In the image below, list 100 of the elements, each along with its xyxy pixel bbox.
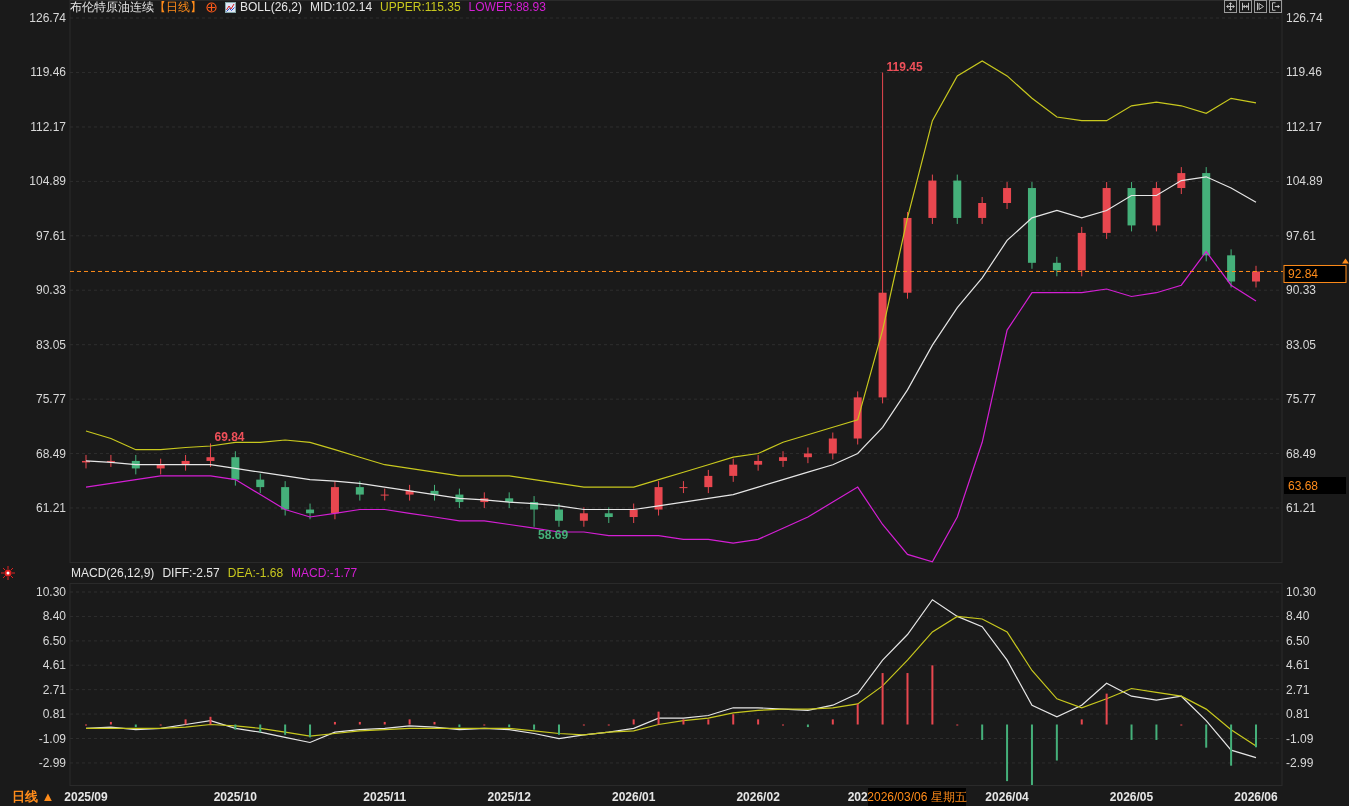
candlestick [455,488,464,509]
axis-label: 75.77 [1286,392,1317,407]
histogram-bar [931,665,934,725]
histogram-bar [1055,724,1058,761]
chart-icon [225,1,236,13]
axis-label: 112.17 [30,119,66,134]
candlestick [355,480,364,502]
axis-label: 4.61 [1286,658,1310,673]
indicator-name: BOLL(26,2) [240,1,303,13]
histogram-bar [1080,719,1083,725]
axis-label: 0.81 [1286,707,1310,722]
histogram-bar [881,673,884,725]
triangle-icon [1342,258,1349,264]
histogram-bar [1130,724,1133,740]
step-forward-icon [1256,2,1265,11]
axis-label: 119.46 [1286,65,1322,80]
candlestick [306,503,315,520]
axis-label: 4.61 [42,658,66,673]
candlestick [231,450,240,487]
date-cursor-label: 2026/03/06 星期五 [867,788,967,806]
histogram-bar [732,714,735,725]
histogram-bar [981,724,984,740]
candlestick [803,447,812,464]
histogram-bar [209,716,212,725]
axis-label: -2.99 [38,755,66,770]
indicator-value: MACD:-1.77 [291,565,358,582]
histogram-bar [333,721,336,725]
high-price-label: 119.45 [886,59,923,74]
fit-width-icon [1241,2,1250,11]
candlestick [1177,166,1186,195]
candlestick [530,495,539,528]
candlestick [1127,181,1136,232]
period-label: 【日线】 [154,1,202,13]
axis-label: 202 [847,790,868,804]
axis-label: 68.49 [35,446,66,461]
axis-label: 90.33 [1286,283,1317,298]
axis-label: 68.49 [1286,446,1317,461]
candlestick [256,473,265,494]
price-tag: 63.68 [1284,477,1346,494]
add-circle-icon[interactable] [206,1,217,13]
histogram-bar [309,724,312,738]
axis-label: 2026/01 [611,790,656,804]
histogram-bar [657,711,660,725]
axis-label: 126.74 [29,11,66,25]
candlestick [330,480,339,520]
indicator-value: UPPER:115.35 [380,1,461,13]
axis-label: 75.77 [35,392,66,407]
histogram-bar [134,724,137,728]
instrument-title: 布伦特原油连续 [70,1,154,13]
axis-label: 2025/10 [213,790,258,804]
axis-label: 2.71 [42,682,66,697]
candlestick [654,480,663,516]
candlestick [679,480,688,494]
candlestick [1227,248,1236,288]
histogram-bar [831,719,834,725]
axis-label: 10.30 [1286,585,1317,599]
target-icon[interactable] [1,566,15,580]
histogram-bar [1205,724,1208,748]
axis-label: 83.05 [1286,337,1317,352]
candlestick [156,458,165,475]
candlestick [629,503,638,524]
axis-label: 61.21 [1286,500,1317,515]
step-forward-button[interactable] [1254,0,1267,13]
axis-label: 8.40 [1286,609,1310,624]
histogram-bar [259,724,262,733]
axis-label: 97.61 [1286,228,1317,243]
axis-label: 112.17 [1286,119,1322,134]
indicator-value: DEA:-1.68 [227,565,284,582]
axis-label: -1.09 [1286,731,1314,746]
histogram-bar [408,719,411,725]
histogram-bar [682,719,685,725]
axis-label: 119.46 [30,65,66,80]
histogram-bar [1105,693,1108,725]
candlestick [181,454,190,472]
candlestick [604,506,613,524]
axis-label: 2025/12 [487,790,531,804]
axis-label: 2026/02 [736,790,780,804]
candlestick [729,458,738,483]
axis-label: 90.33 [35,283,66,298]
axis-label: 104.89 [1286,174,1323,189]
axis-label: 8.40 [42,609,66,624]
axis-label: 2.71 [1286,682,1310,697]
candlestick [480,491,489,509]
exit-button[interactable] [1269,0,1282,13]
candlestick [505,491,514,509]
candlestick [131,454,140,475]
candlestick [1052,256,1061,277]
fit-width-button[interactable] [1239,0,1252,13]
candlestick [106,454,115,468]
histogram-bar [856,703,859,725]
crosshair-arrows-button[interactable] [1224,0,1237,13]
candlestick [430,484,439,502]
candlestick [281,480,290,516]
crosshair-arrows-icon [1226,2,1235,11]
period-selector[interactable]: 日线 ▲ [12,789,55,804]
indicator-value: MID:102.14 [310,1,373,13]
histogram-bar [358,721,361,725]
histogram-bar [433,721,436,725]
histogram-bar [109,721,112,725]
axis-label: 97.61 [35,228,66,243]
